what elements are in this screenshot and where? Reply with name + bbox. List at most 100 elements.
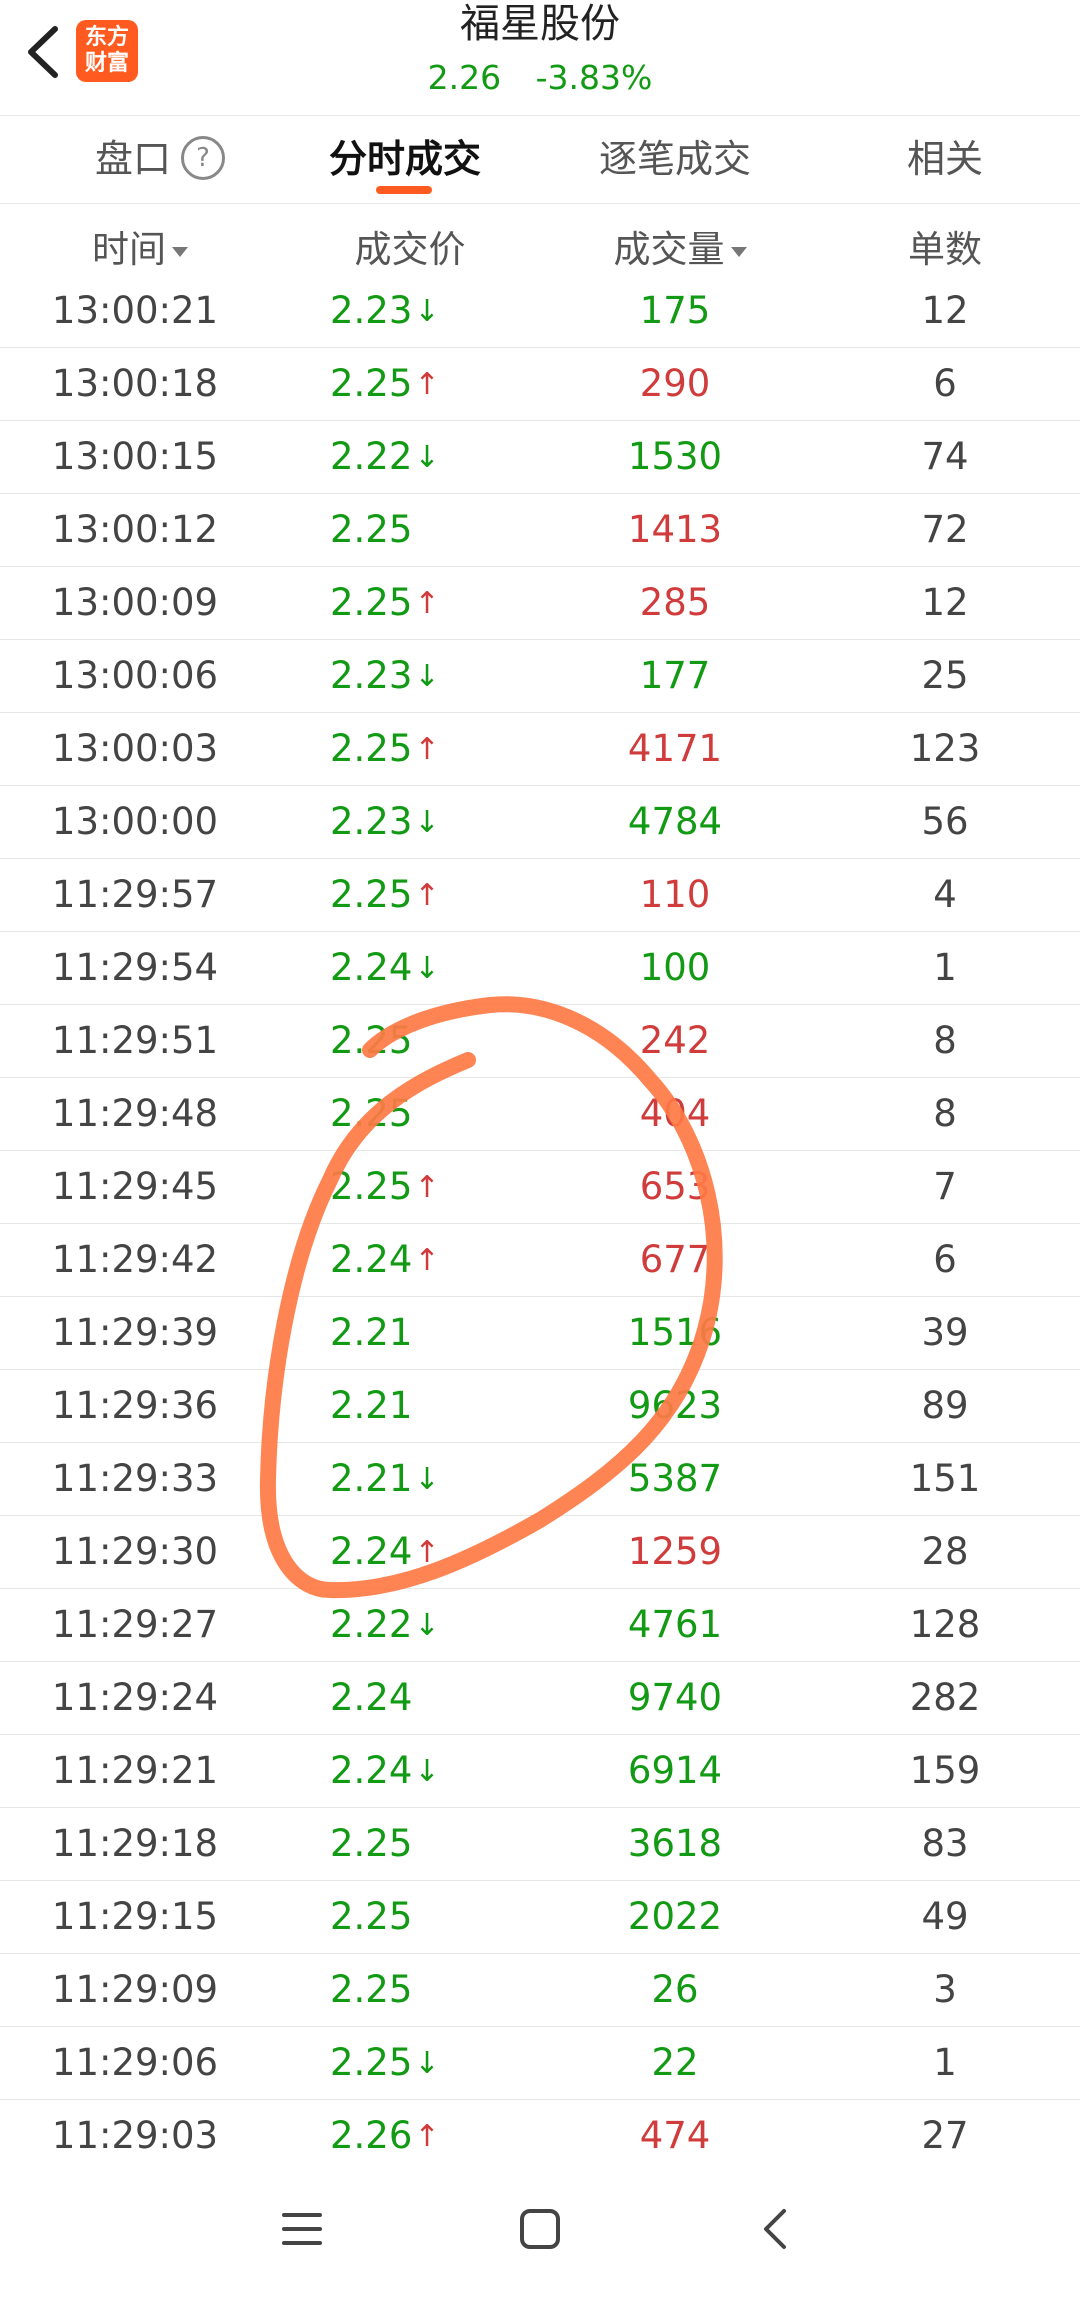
table-row[interactable]: 13:00:21 2.23↓ 175 12 bbox=[0, 275, 1080, 348]
table-row[interactable]: 11:29:24 2.24 9740 282 bbox=[0, 1662, 1080, 1735]
trade-volume: 100 bbox=[639, 946, 711, 989]
table-row[interactable]: 13:00:06 2.23↓ 177 25 bbox=[0, 640, 1080, 713]
price-value: 2.25 bbox=[330, 508, 413, 551]
trade-volume: 9740 bbox=[627, 1676, 723, 1719]
trade-time: 13:00:15 bbox=[51, 435, 219, 478]
trade-count: 282 bbox=[909, 1676, 981, 1719]
back-triangle-icon bbox=[764, 2209, 786, 2249]
table-row[interactable]: 13:00:09 2.25↑ 285 12 bbox=[0, 567, 1080, 640]
price-value: 2.21 bbox=[330, 1311, 413, 1354]
nav-home-button[interactable] bbox=[500, 2194, 580, 2264]
trade-time: 11:29:06 bbox=[51, 2041, 219, 2084]
table-row[interactable]: 11:29:30 2.24↑ 1259 28 bbox=[0, 1516, 1080, 1589]
arrow-down-icon: ↓ bbox=[414, 659, 440, 694]
arrow-up-icon: ↑ bbox=[414, 878, 440, 913]
trade-count: 12 bbox=[921, 289, 969, 332]
price-value: 2.25 bbox=[330, 1019, 413, 1062]
trade-price: 2.25 bbox=[330, 1954, 480, 2026]
tab-related[interactable]: 相关 bbox=[880, 116, 1010, 203]
table-row[interactable]: 11:29:36 2.21 9623 89 bbox=[0, 1370, 1080, 1443]
trade-price: 2.25 bbox=[330, 1078, 480, 1150]
table-row[interactable]: 11:29:21 2.24↓ 6914 159 bbox=[0, 1735, 1080, 1808]
trade-count: 1 bbox=[933, 2041, 957, 2084]
table-row[interactable]: 13:00:15 2.22↓ 1530 74 bbox=[0, 421, 1080, 494]
trade-price: 2.21 bbox=[330, 1370, 480, 1442]
trade-time: 11:29:24 bbox=[51, 1676, 219, 1719]
app-header: 东方 财富 福星股份 2.26 -3.83% bbox=[0, 0, 1080, 116]
trade-time: 13:00:03 bbox=[51, 727, 219, 770]
tab-pankou[interactable]: 盘口? bbox=[60, 116, 260, 203]
trade-time: 11:29:51 bbox=[51, 1019, 219, 1062]
table-row[interactable]: 13:00:12 2.25 1413 72 bbox=[0, 494, 1080, 567]
table-row[interactable]: 13:00:03 2.25↑ 4171 123 bbox=[0, 713, 1080, 786]
table-row[interactable]: 11:29:39 2.21 1516 39 bbox=[0, 1297, 1080, 1370]
trade-time: 11:29:09 bbox=[51, 1968, 219, 2011]
trade-price: 2.24↓ bbox=[330, 1735, 480, 1807]
trade-volume: 1259 bbox=[627, 1530, 723, 1573]
trade-price: 2.24↑ bbox=[330, 1516, 480, 1588]
table-row[interactable]: 11:29:09 2.25 26 3 bbox=[0, 1954, 1080, 2027]
stock-change-pct: -3.83% bbox=[535, 58, 653, 97]
table-row[interactable]: 13:00:18 2.25↑ 290 6 bbox=[0, 348, 1080, 421]
trade-price: 2.25 bbox=[330, 1881, 480, 1953]
arrow-up-icon: ↑ bbox=[414, 586, 440, 621]
price-value: 2.22 bbox=[330, 435, 413, 478]
trade-list[interactable]: 13:00:21 2.23↓ 175 12 13:00:18 2.25↑ 290 6 13:00… bbox=[0, 275, 1080, 2173]
trade-time: 11:29:21 bbox=[51, 1749, 219, 1792]
price-value: 2.25 bbox=[330, 727, 413, 770]
arrow-down-icon: ↓ bbox=[414, 1754, 440, 1789]
table-row[interactable]: 11:29:15 2.25 2022 49 bbox=[0, 1881, 1080, 1954]
table-row[interactable]: 11:29:33 2.21↓ 5387 151 bbox=[0, 1443, 1080, 1516]
stock-name: 福星股份 bbox=[460, 1, 620, 47]
arrow-up-icon: ↑ bbox=[414, 1535, 440, 1570]
trade-volume: 1516 bbox=[627, 1311, 723, 1354]
trade-time: 11:29:54 bbox=[51, 946, 219, 989]
nav-back-button[interactable] bbox=[735, 2194, 815, 2264]
trade-volume: 653 bbox=[639, 1165, 711, 1208]
tab-label: 逐笔成交 bbox=[598, 137, 751, 181]
trade-price: 2.22↓ bbox=[330, 1589, 480, 1661]
trade-count: 3 bbox=[933, 1968, 957, 2011]
arrow-up-icon: ↑ bbox=[414, 1170, 440, 1205]
table-row[interactable]: 11:29:51 2.25 242 8 bbox=[0, 1005, 1080, 1078]
table-row[interactable]: 11:29:45 2.25↑ 653 7 bbox=[0, 1151, 1080, 1224]
table-row[interactable]: 13:00:00 2.23↓ 4784 56 bbox=[0, 786, 1080, 859]
trade-count: 8 bbox=[933, 1092, 957, 1135]
table-row[interactable]: 11:29:27 2.22↓ 4761 128 bbox=[0, 1589, 1080, 1662]
table-row[interactable]: 11:29:06 2.25↓ 22 1 bbox=[0, 2027, 1080, 2100]
arrow-up-icon: ↑ bbox=[414, 732, 440, 767]
trade-time: 13:00:18 bbox=[51, 362, 219, 405]
trade-count: 6 bbox=[933, 362, 957, 405]
table-row[interactable]: 11:29:57 2.25↑ 110 4 bbox=[0, 859, 1080, 932]
trade-time: 13:00:00 bbox=[51, 800, 219, 843]
trade-count: 6 bbox=[933, 1238, 957, 1281]
trade-time: 11:29:48 bbox=[51, 1092, 219, 1135]
table-row[interactable]: 11:29:18 2.25 3618 83 bbox=[0, 1808, 1080, 1881]
sort-caret-icon bbox=[172, 246, 188, 257]
table-row[interactable]: 11:29:48 2.25 404 8 bbox=[0, 1078, 1080, 1151]
trade-volume: 2022 bbox=[627, 1895, 723, 1938]
trade-count: 7 bbox=[933, 1165, 957, 1208]
table-row[interactable]: 11:29:42 2.24↑ 677 6 bbox=[0, 1224, 1080, 1297]
trade-volume: 4171 bbox=[627, 727, 723, 770]
trade-time: 11:29:30 bbox=[51, 1530, 219, 1573]
trade-count: 83 bbox=[921, 1822, 969, 1865]
trade-count: 56 bbox=[921, 800, 969, 843]
column-label: 时间 bbox=[92, 228, 166, 271]
help-icon[interactable]: ? bbox=[181, 135, 225, 180]
trade-price: 2.24↑ bbox=[330, 1224, 480, 1296]
nav-menu-button[interactable] bbox=[262, 2194, 342, 2264]
trade-volume: 175 bbox=[639, 289, 711, 332]
price-value: 2.25 bbox=[330, 2041, 413, 2084]
trade-count: 123 bbox=[909, 727, 981, 770]
price-value: 2.25 bbox=[330, 1165, 413, 1208]
arrow-down-icon: ↓ bbox=[414, 1608, 440, 1643]
trade-price: 2.25↑ bbox=[330, 859, 480, 931]
tab-zhubi[interactable]: 逐笔成交 bbox=[575, 116, 775, 203]
trade-time: 13:00:06 bbox=[51, 654, 219, 697]
arrow-down-icon: ↓ bbox=[414, 951, 440, 986]
price-value: 2.25 bbox=[330, 1822, 413, 1865]
trade-count: 25 bbox=[921, 654, 969, 697]
table-row[interactable]: 11:29:54 2.24↓ 100 1 bbox=[0, 932, 1080, 1005]
trade-time: 11:29:27 bbox=[51, 1603, 219, 1646]
